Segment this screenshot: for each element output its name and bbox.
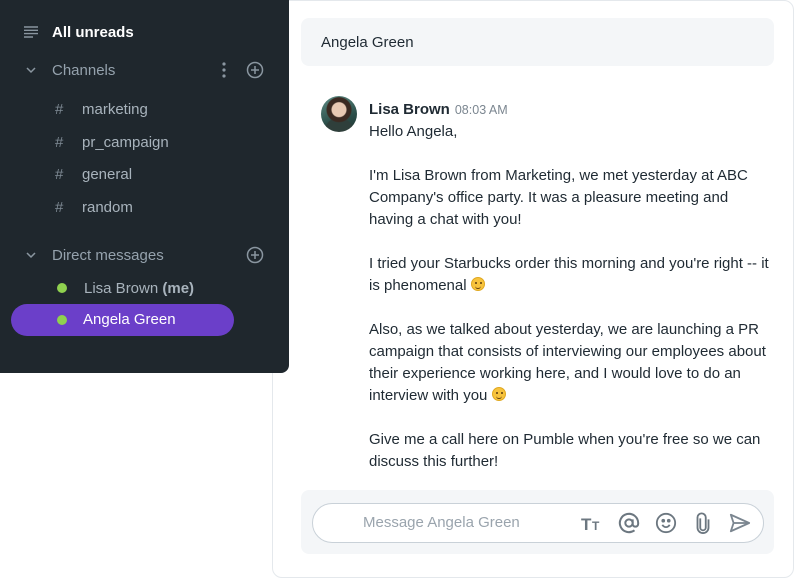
- me-label: (me): [162, 279, 195, 297]
- composer-area: TT: [301, 490, 774, 554]
- hash-icon: #: [55, 100, 64, 118]
- grinning-emoji-icon: [470, 277, 485, 291]
- avatar[interactable]: [321, 96, 357, 132]
- hash-icon: #: [55, 133, 64, 151]
- chat-header: Angela Green: [301, 18, 774, 66]
- online-status-icon: [57, 283, 67, 293]
- smiling-emoji-icon: [491, 387, 506, 401]
- online-status-icon: [57, 315, 67, 325]
- message-paragraph: Give me a call here on Pumble when you'r…: [369, 431, 761, 470]
- message-paragraph: I'm Lisa Brown from Marketing, we met ye…: [369, 167, 748, 228]
- plus-circle-icon[interactable]: [246, 246, 264, 264]
- chat-title: Angela Green: [321, 33, 414, 51]
- composer: TT: [312, 503, 764, 543]
- sidebar-item-random[interactable]: # random: [0, 192, 289, 222]
- dm-section-header[interactable]: Direct messages: [0, 240, 289, 270]
- dm-name: Angela Green: [83, 311, 176, 328]
- emoji-icon[interactable]: [654, 511, 678, 535]
- message-meta: Lisa Brown 08:03 AM: [369, 101, 769, 121]
- message-paragraph: Hello Angela,: [369, 123, 458, 140]
- hash-icon: #: [55, 165, 64, 183]
- message-paragraph: I tried your Starbucks order this mornin…: [369, 255, 769, 294]
- channel-name: random: [82, 198, 133, 216]
- channel-name: marketing: [82, 100, 148, 118]
- plus-circle-icon[interactable]: [246, 61, 264, 79]
- paperclip-icon[interactable]: [691, 511, 715, 535]
- sidebar: All unreads Channels # marketing # pr_ca…: [0, 0, 289, 373]
- sidebar-item-general[interactable]: # general: [0, 159, 289, 189]
- chevron-down-icon[interactable]: [24, 248, 38, 262]
- sidebar-item-marketing[interactable]: # marketing: [0, 94, 289, 124]
- text-format-icon[interactable]: TT: [580, 511, 604, 535]
- message-timestamp: 08:03 AM: [454, 103, 508, 117]
- send-icon[interactable]: [728, 511, 752, 535]
- at-icon[interactable]: [617, 511, 641, 535]
- message-author[interactable]: Lisa Brown: [369, 101, 450, 118]
- svg-text:T: T: [592, 519, 600, 532]
- sidebar-item-all-unreads[interactable]: All unreads: [0, 17, 289, 47]
- dm-name: Lisa Brown (me): [84, 279, 195, 297]
- channel-name: general: [82, 165, 133, 183]
- dm-section-label: Direct messages: [52, 246, 164, 264]
- sidebar-item-lisa-brown[interactable]: Lisa Brown (me): [0, 273, 289, 303]
- kebab-icon[interactable]: [219, 61, 229, 79]
- channels-section-header[interactable]: Channels: [0, 55, 289, 85]
- channel-name: pr_campaign: [82, 133, 169, 151]
- message-text: Hello Angela, I'm Lisa Brown from Market…: [369, 121, 769, 473]
- message-body: Lisa Brown 08:03 AM Hello Angela, I'm Li…: [369, 101, 769, 473]
- message-input[interactable]: [363, 504, 573, 541]
- sidebar-item-pr-campaign[interactable]: # pr_campaign: [0, 127, 289, 157]
- chevron-down-icon[interactable]: [24, 63, 38, 77]
- sidebar-item-label: All unreads: [52, 23, 134, 41]
- list-icon: [24, 26, 38, 38]
- svg-text:T: T: [581, 515, 592, 532]
- channels-section-label: Channels: [52, 61, 116, 79]
- message-paragraph: Also, as we talked about yesterday, we a…: [369, 321, 766, 404]
- sidebar-item-angela-green[interactable]: Angela Green: [11, 304, 234, 336]
- chat-panel: Angela Green Lisa Brown 08:03 AM Hello A…: [272, 0, 794, 578]
- hash-icon: #: [55, 198, 64, 216]
